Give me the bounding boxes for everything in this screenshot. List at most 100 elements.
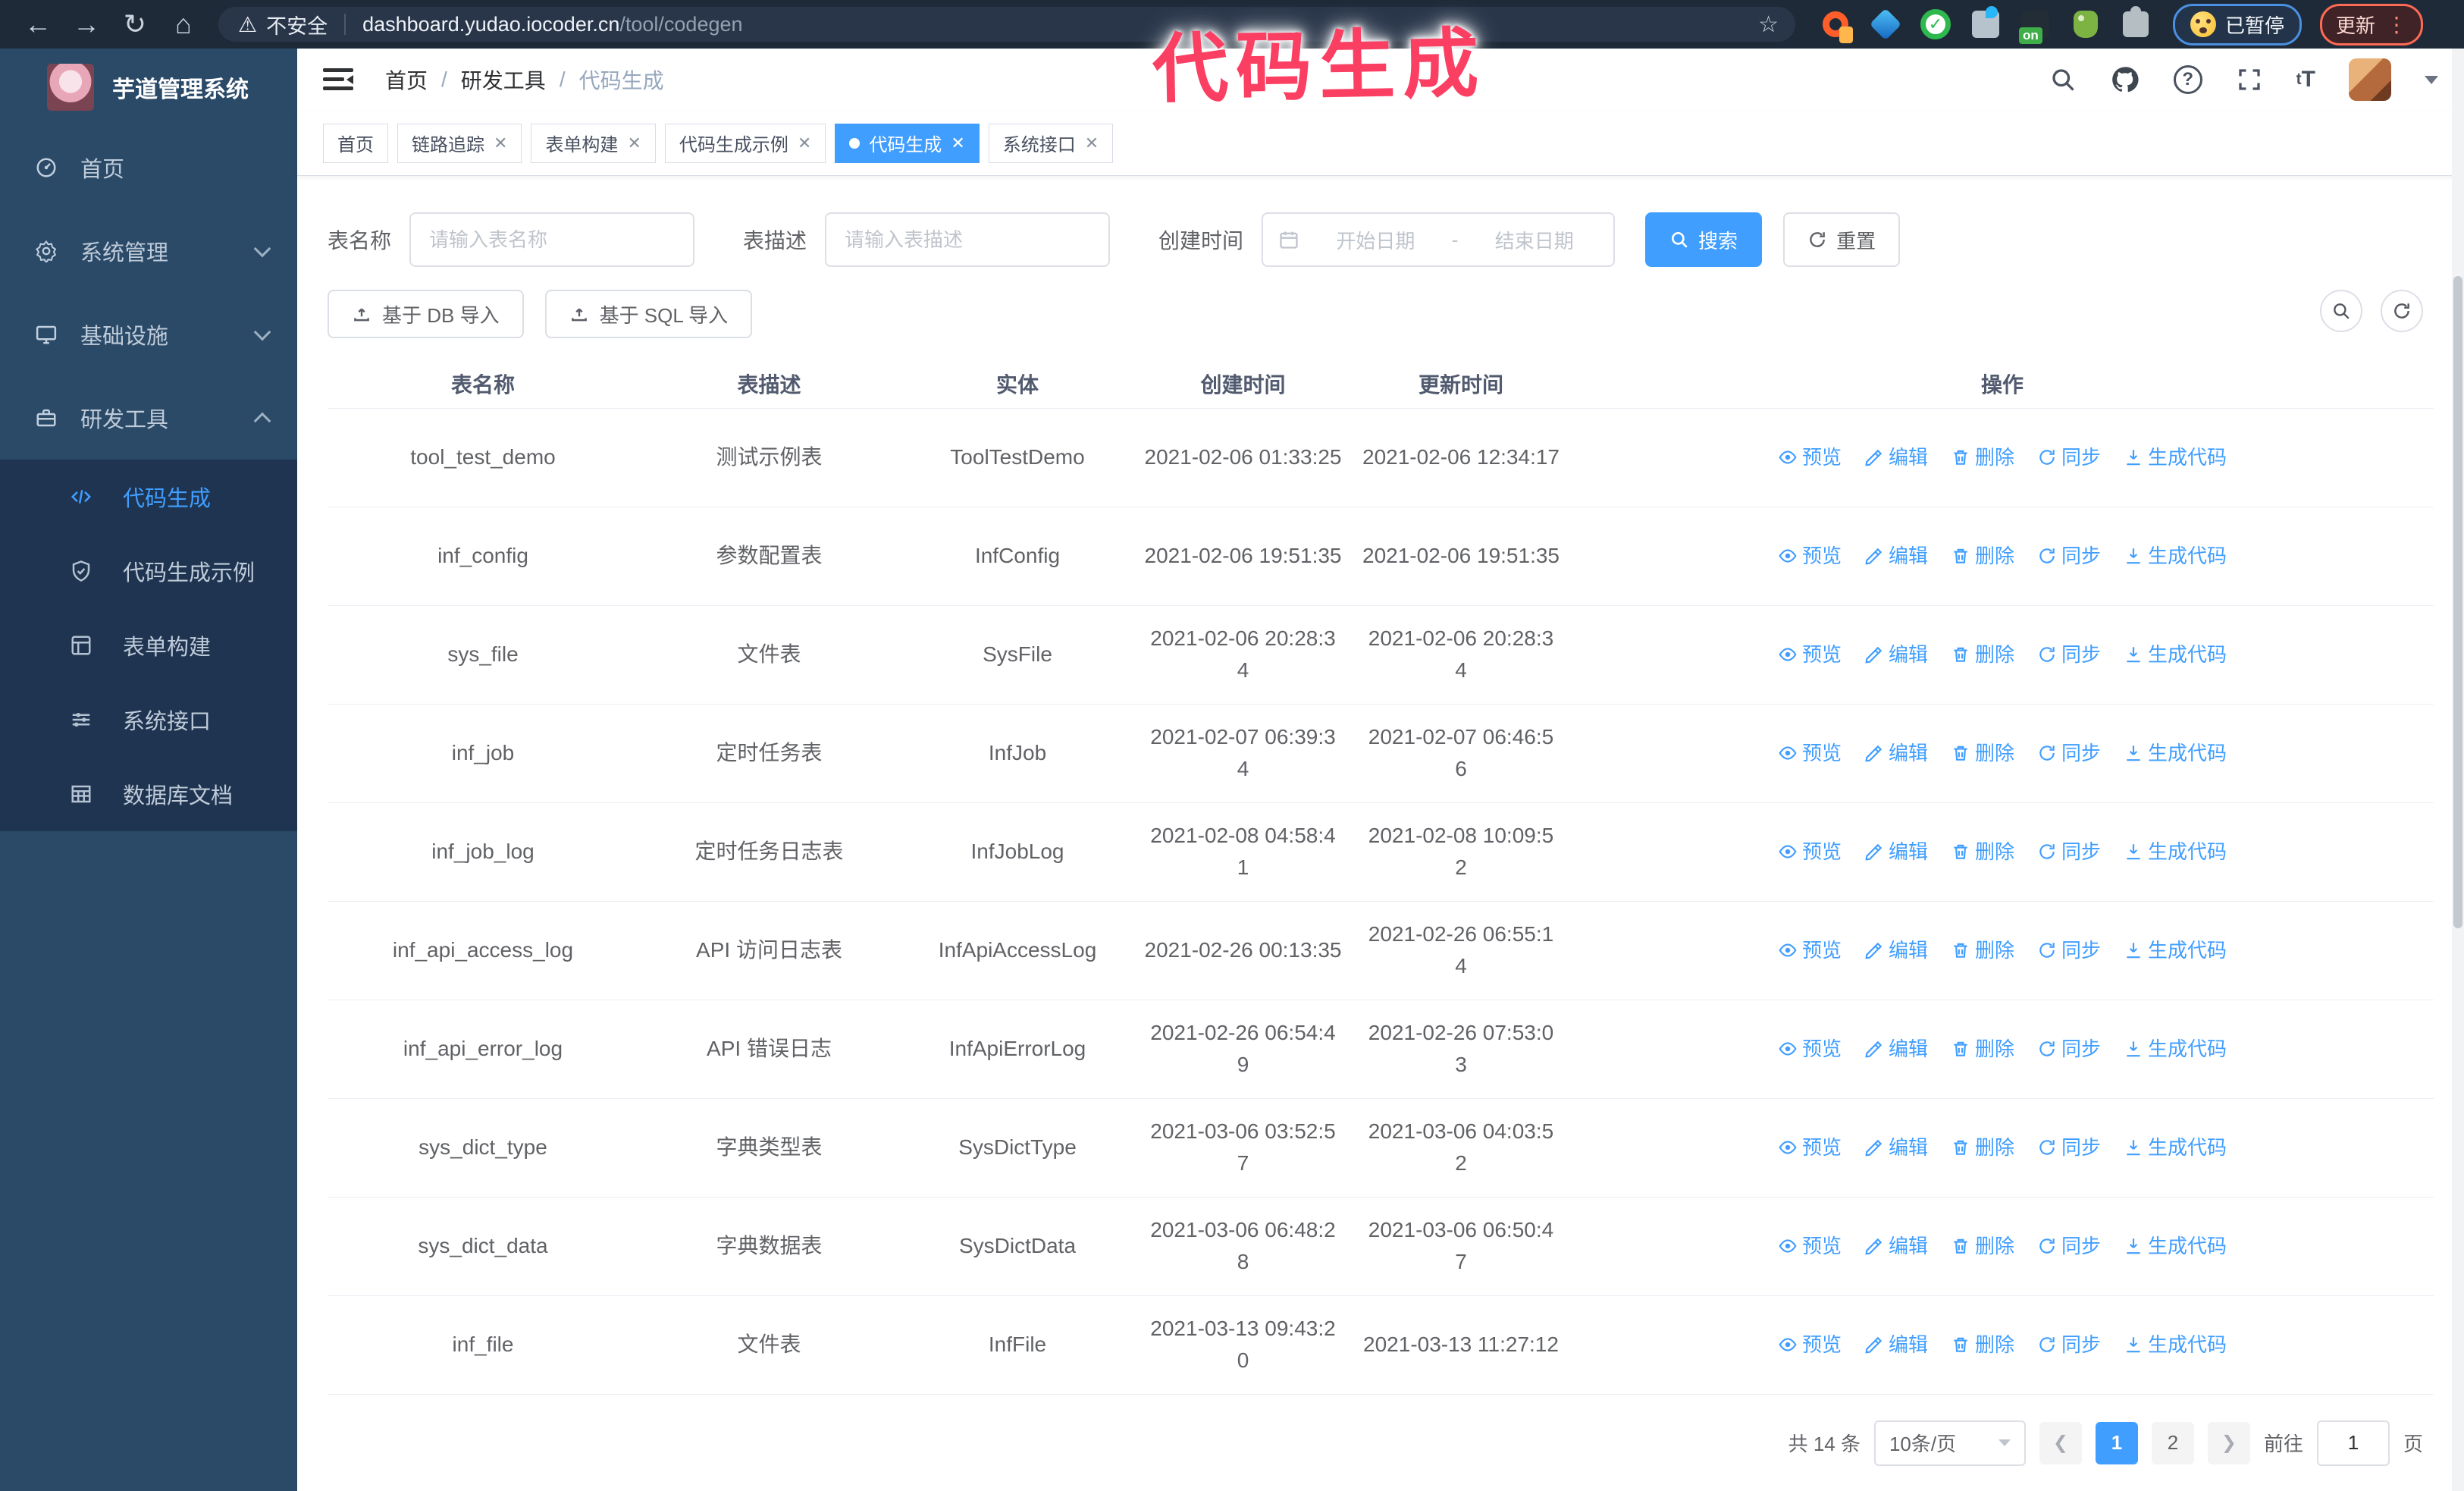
sidebar-item-api[interactable]: 系统接口 — [0, 683, 297, 757]
table-name-input[interactable] — [409, 212, 695, 267]
goto-page-input[interactable] — [2316, 1420, 2390, 1466]
extension-icon-gem[interactable] — [1869, 8, 1902, 41]
action-download-link[interactable]: 生成代码 — [2124, 739, 2227, 768]
action-download-link[interactable]: 生成代码 — [2124, 936, 2227, 965]
action-eye-link[interactable]: 预览 — [1778, 1330, 1842, 1360]
sidebar-item-db-doc[interactable]: 数据库文档 — [0, 757, 297, 831]
search-icon[interactable] — [2049, 66, 2077, 93]
collapse-sidebar-icon[interactable] — [323, 68, 353, 91]
sidebar-item-form-builder[interactable]: 表单构建 — [0, 608, 297, 683]
action-pencil-link[interactable]: 编辑 — [1864, 1034, 1928, 1064]
page-size-select[interactable]: 10条/页 — [1873, 1420, 2026, 1466]
window-scrollbar-thumb[interactable] — [2453, 276, 2462, 928]
extension-icon-switch[interactable]: on — [2019, 8, 2052, 44]
chevron-down-icon[interactable] — [2425, 75, 2438, 84]
action-trash-link[interactable]: 删除 — [1951, 1133, 2014, 1163]
action-trash-link[interactable]: 删除 — [1951, 1330, 2014, 1360]
action-sync-link[interactable]: 同步 — [2037, 541, 2101, 571]
action-trash-link[interactable]: 删除 — [1951, 541, 2014, 571]
action-eye-link[interactable]: 预览 — [1778, 1034, 1842, 1064]
close-icon[interactable]: ✕ — [1085, 133, 1099, 153]
action-sync-link[interactable]: 同步 — [2037, 1034, 2101, 1064]
action-eye-link[interactable]: 预览 — [1778, 1133, 1842, 1163]
action-download-link[interactable]: 生成代码 — [2124, 1330, 2227, 1360]
sidebar-item-home[interactable]: 首页 — [0, 126, 297, 209]
browser-back-button[interactable]: ← — [14, 4, 62, 45]
tab-form-builder[interactable]: 表单构建 ✕ — [531, 123, 656, 163]
import-db-button[interactable]: 基于 DB 导入 — [328, 290, 524, 338]
browser-home-button[interactable]: ⌂ — [159, 4, 208, 45]
action-trash-link[interactable]: 删除 — [1951, 936, 2014, 965]
action-download-link[interactable]: 生成代码 — [2124, 837, 2227, 867]
sidebar-item-codegen[interactable]: 代码生成 — [0, 460, 297, 534]
action-pencil-link[interactable]: 编辑 — [1864, 443, 1928, 472]
action-pencil-link[interactable]: 编辑 — [1864, 739, 1928, 768]
extension-icon-adguard[interactable]: ✓ — [1920, 8, 1951, 40]
action-pencil-link[interactable]: 编辑 — [1864, 936, 1928, 965]
action-download-link[interactable]: 生成代码 — [2124, 1034, 2227, 1064]
reset-button[interactable]: 重置 — [1783, 212, 1901, 267]
start-date-placeholder[interactable]: 开始日期 — [1312, 226, 1440, 254]
action-eye-link[interactable]: 预览 — [1778, 1232, 1842, 1261]
sidebar-item-system[interactable]: 系统管理 — [0, 209, 297, 293]
tab-system-api[interactable]: 系统接口 ✕ — [988, 123, 1114, 163]
sidebar-item-codegen-example[interactable]: 代码生成示例 — [0, 534, 297, 608]
breadcrumb-home[interactable]: 首页 — [385, 64, 428, 95]
page-button-1[interactable]: 1 — [2095, 1421, 2138, 1464]
action-pencil-link[interactable]: 编辑 — [1864, 1232, 1928, 1261]
toggle-search-button[interactable] — [2320, 290, 2362, 332]
action-pencil-link[interactable]: 编辑 — [1864, 837, 1928, 867]
window-scrollbar-track[interactable] — [2452, 49, 2464, 1491]
end-date-placeholder[interactable]: 结束日期 — [1470, 226, 1598, 254]
action-eye-link[interactable]: 预览 — [1778, 739, 1842, 768]
action-sync-link[interactable]: 同步 — [2037, 443, 2101, 472]
action-trash-link[interactable]: 删除 — [1951, 1232, 2014, 1261]
tab-home[interactable]: 首页 — [323, 123, 388, 163]
page-button-2[interactable]: 2 — [2151, 1421, 2194, 1464]
close-icon[interactable]: ✕ — [798, 133, 811, 153]
avatar[interactable] — [2349, 58, 2391, 101]
action-eye-link[interactable]: 预览 — [1778, 936, 1842, 965]
action-sync-link[interactable]: 同步 — [2037, 936, 2101, 965]
tab-tracing[interactable]: 链路追踪 ✕ — [397, 123, 522, 163]
action-sync-link[interactable]: 同步 — [2037, 640, 2101, 670]
action-eye-link[interactable]: 预览 — [1778, 541, 1842, 571]
action-sync-link[interactable]: 同步 — [2037, 739, 2101, 768]
app-logo[interactable]: 芋道管理系统 — [0, 49, 297, 126]
table-desc-input[interactable] — [825, 212, 1111, 267]
browser-reload-button[interactable]: ↻ — [111, 4, 159, 45]
breadcrumb-devtools[interactable]: 研发工具 — [461, 64, 546, 95]
refresh-button[interactable] — [2381, 290, 2423, 332]
tab-codegen-example[interactable]: 代码生成示例 ✕ — [664, 123, 826, 163]
action-download-link[interactable]: 生成代码 — [2124, 541, 2227, 571]
browser-forward-button[interactable]: → — [62, 4, 111, 45]
action-download-link[interactable]: 生成代码 — [2124, 640, 2227, 670]
action-pencil-link[interactable]: 编辑 — [1864, 1330, 1928, 1360]
action-sync-link[interactable]: 同步 — [2037, 1133, 2101, 1163]
bookmark-star-icon[interactable]: ☆ — [1758, 11, 1779, 38]
extension-icon-orange[interactable] — [1820, 8, 1853, 43]
import-sql-button[interactable]: 基于 SQL 导入 — [544, 290, 753, 338]
close-icon[interactable]: ✕ — [494, 133, 507, 153]
date-range-picker[interactable]: 开始日期 - 结束日期 — [1262, 212, 1616, 267]
paused-badge[interactable]: 已暂停 — [2173, 3, 2303, 46]
action-pencil-link[interactable]: 编辑 — [1864, 640, 1928, 670]
sidebar-item-devtools[interactable]: 研发工具 — [0, 376, 297, 460]
action-sync-link[interactable]: 同步 — [2037, 837, 2101, 867]
action-eye-link[interactable]: 预览 — [1778, 640, 1842, 670]
prev-page-button[interactable]: ❮ — [2039, 1421, 2082, 1464]
help-icon[interactable]: ? — [2173, 65, 2202, 94]
action-pencil-link[interactable]: 编辑 — [1864, 1133, 1928, 1163]
close-icon[interactable]: ✕ — [627, 133, 641, 153]
action-download-link[interactable]: 生成代码 — [2124, 443, 2227, 472]
search-button[interactable]: 搜索 — [1645, 212, 1763, 267]
extension-icon-bug[interactable] — [2070, 8, 2102, 40]
action-sync-link[interactable]: 同步 — [2037, 1330, 2101, 1360]
next-page-button[interactable]: ❯ — [2207, 1421, 2250, 1464]
fullscreen-icon[interactable] — [2236, 66, 2263, 93]
extension-icon-grid[interactable] — [1970, 6, 2002, 40]
action-eye-link[interactable]: 预览 — [1778, 443, 1842, 472]
close-icon[interactable]: ✕ — [951, 133, 964, 153]
action-pencil-link[interactable]: 编辑 — [1864, 541, 1928, 571]
font-size-icon[interactable]: tT — [2296, 67, 2315, 93]
